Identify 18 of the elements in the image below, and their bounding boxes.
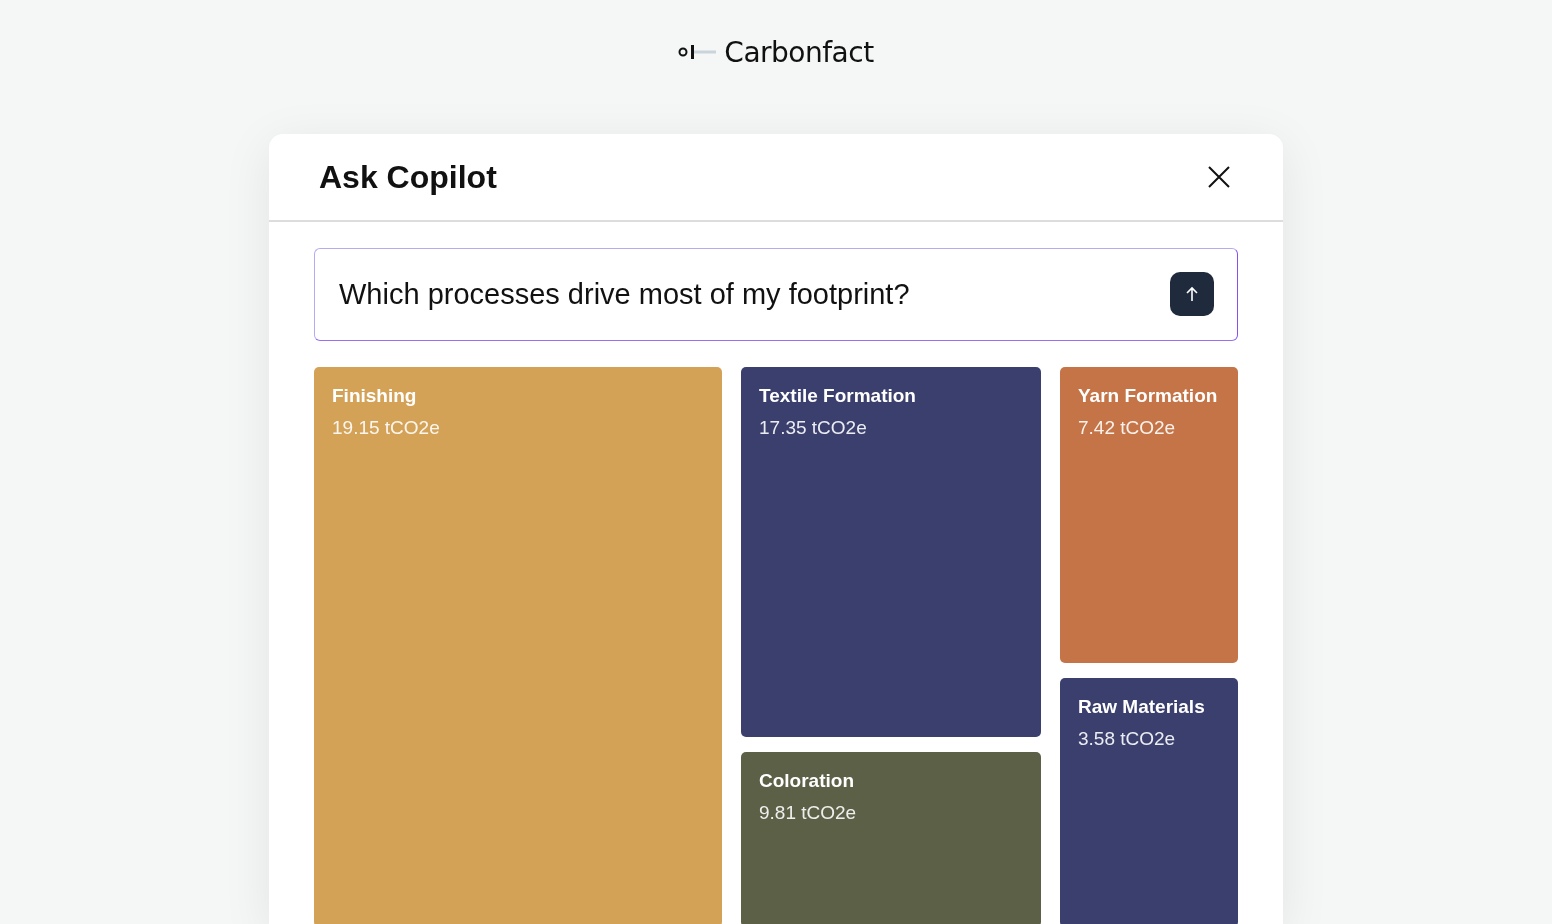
send-button[interactable] (1170, 272, 1214, 316)
tile-value: 9.81 tCO2e (759, 802, 858, 824)
tile-label: Coloration (759, 770, 855, 792)
tile-label: Finishing (332, 385, 418, 407)
tile-label: Textile Formation (759, 385, 917, 407)
question-field[interactable]: Which processes drive most of my footprint? (314, 248, 1238, 341)
close-button[interactable] (1207, 165, 1231, 189)
brand-name: Carbonfact (724, 35, 874, 69)
arrow-up-icon (1185, 286, 1199, 302)
tile-value: 7.42 tCO2e (1078, 417, 1177, 439)
logo-icon (678, 44, 717, 60)
tile-value: 3.58 tCO2e (1078, 728, 1177, 750)
tile-label: Yarn Formation (1078, 385, 1219, 407)
close-icon (1207, 165, 1231, 189)
tile-label: Raw Materials (1078, 696, 1206, 718)
tile-value: 17.35 tCO2e (759, 417, 868, 439)
dialog-title: Ask Copilot (319, 158, 497, 196)
tile-value: 19.15 tCO2e (332, 417, 441, 439)
